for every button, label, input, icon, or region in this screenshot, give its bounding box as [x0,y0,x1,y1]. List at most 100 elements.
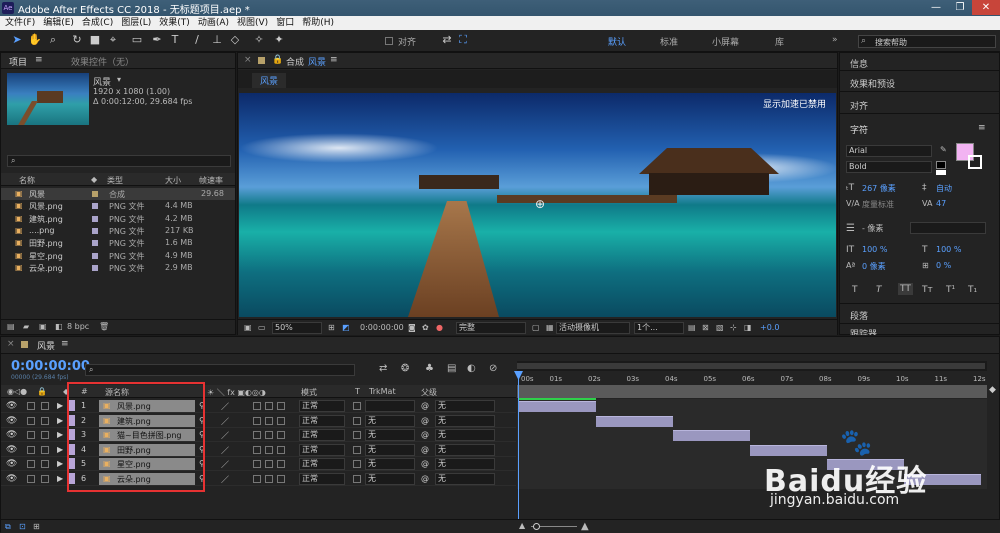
bpc-label[interactable]: 8 bpc [67,322,89,331]
faux-italic-button[interactable]: T [876,285,882,295]
work-area-bar[interactable] [517,363,985,369]
tracking-value[interactable]: 47 [936,199,946,208]
timeline-end-icon[interactable]: ◆ [989,385,999,399]
trkmat-dropdown[interactable]: 无 [365,458,415,471]
quality-switch-icon[interactable]: ／ [221,474,229,485]
snap-extend-icon[interactable]: ⛶ [456,33,470,47]
eye-icon[interactable]: 👁 [6,445,17,455]
views-dropdown[interactable]: 1个... [634,322,684,334]
menu-file[interactable]: 文件(F) [0,16,38,30]
trkmat-dropdown[interactable]: 无 [365,443,415,456]
project-item[interactable]: ▣ 风景 合成 29.68 [1,188,235,200]
header-fps[interactable]: 帧速率 [199,175,223,186]
blend-mode-dropdown[interactable]: 正常 [299,443,345,456]
snap-option-icon[interactable]: ⇄ [440,33,454,47]
channel-icon[interactable]: ● [436,323,443,332]
eye-icon[interactable]: 👁 [6,416,17,426]
fast-preview-icon[interactable]: ⊠ [702,323,709,332]
layer-duration-bar[interactable] [519,401,596,412]
lock-checkbox[interactable] [41,402,49,410]
grid-icon[interactable]: ⊞ [328,323,335,332]
snap-checkbox[interactable] [385,37,393,45]
workspace-default[interactable]: 默认 [608,35,626,48]
parent-dropdown[interactable]: 无 [435,414,495,427]
parent-dropdown[interactable]: 无 [435,443,495,456]
quality-switch-icon[interactable]: ／ [221,459,229,470]
comp-subtab[interactable]: 风景 [252,73,287,88]
roi-icon[interactable]: ▢ [532,323,540,332]
pan-behind-tool-icon[interactable]: ⌖ [106,33,120,47]
expand-arrow-icon[interactable]: ▶ [57,459,63,468]
adjustment-switch[interactable] [277,416,285,425]
toggle-modes-icon[interactable]: ⊡ [19,522,26,531]
panel-info[interactable]: 信息 [850,57,868,70]
timeline-search-input[interactable]: ⌕ [85,364,355,376]
header-parent[interactable]: 父级 [421,387,437,398]
subscript-button[interactable]: T₁ [968,285,977,295]
comp-tab-prefix[interactable]: 合成 [286,55,304,68]
project-search-input[interactable]: ⌕ [7,155,231,167]
close-button[interactable]: ✕ [972,0,1000,15]
interpret-footage-icon[interactable]: ▤ [7,322,15,331]
blend-switch[interactable] [265,445,273,454]
motion-blur-icon[interactable]: ◐ [467,363,476,374]
trkmat-dropdown[interactable]: 无 [365,473,415,485]
expand-arrow-icon[interactable]: ▶ [57,474,63,483]
view-options-icon[interactable]: ▤ [688,323,696,332]
solo-checkbox[interactable] [27,416,35,425]
monitor-icon[interactable]: ▭ [258,323,266,332]
workspace-standard[interactable]: 标准 [660,35,678,48]
blend-switch[interactable] [265,475,273,483]
preserve-transparency-checkbox[interactable] [353,416,361,425]
eye-icon[interactable]: 👁 [6,474,17,484]
blend-mode-dropdown[interactable]: 正常 [299,429,345,442]
project-item[interactable]: ▣ ....png PNG 文件 217 KB [1,225,235,237]
transparency-grid-icon[interactable]: ▦ [546,323,554,332]
layer-duration-bar[interactable] [673,430,750,442]
camera-dropdown[interactable]: 活动摄像机 [556,322,630,334]
maximize-button[interactable]: ❐ [948,0,972,15]
eye-icon[interactable]: 👁 [6,401,17,411]
font-style-dropdown[interactable]: Bold [846,161,932,173]
exposure-value[interactable]: +0.0 [760,323,779,332]
parent-dropdown[interactable]: 无 [435,458,495,471]
zoom-in-icon[interactable]: ▲ [581,521,589,532]
quality-switch-icon[interactable]: ／ [221,430,229,441]
clone-stamp-tool-icon[interactable]: ⊥ [210,33,224,47]
fx-switch[interactable] [253,460,261,469]
panel-effects-presets[interactable]: 效果和预设 [850,77,895,90]
workspace-library[interactable]: 库 [775,35,784,48]
panel-align[interactable]: 对齐 [850,99,868,112]
workspace-small-screen[interactable]: 小屏幕 [712,35,739,48]
panel-paragraph[interactable]: 段落 [850,309,868,322]
menu-view[interactable]: 视图(V) [232,16,271,30]
time-ruler[interactable]: 00s 01s 02s 03s 04s 05s 06s 07s 08s 09s 10s 11s 12s [517,371,987,385]
superscript-button[interactable]: T¹ [946,285,955,295]
zoom-slider-handle[interactable] [533,523,540,530]
snapshot-icon[interactable]: ◙ [408,323,416,332]
project-item[interactable]: ▣ 田野.png PNG 文件 1.6 MB [1,237,235,249]
shy-icon[interactable]: ♣ [425,363,434,374]
menu-help[interactable]: 帮助(H) [297,16,337,30]
black-swatch[interactable] [936,161,946,169]
menu-layer[interactable]: 图层(L) [116,16,154,30]
hand-tool-icon[interactable]: ✋ [28,33,42,47]
quality-switch-icon[interactable]: ／ [221,401,229,412]
solo-checkbox[interactable] [27,445,35,454]
close-timeline-icon[interactable]: × [7,339,15,349]
pick-whip-icon[interactable]: @ [421,474,429,483]
pick-whip-icon[interactable]: @ [421,445,429,454]
zoom-tool-icon[interactable]: ⌕ [46,33,60,47]
quality-switch-icon[interactable]: ／ [221,416,229,427]
tab-effect-controls[interactable]: 效果控件（无） [71,55,134,68]
character-menu-icon[interactable]: ≡ [978,123,986,133]
blend-mode-dropdown[interactable]: 正常 [299,458,345,471]
timeline-toggle-icon[interactable]: ▧ [716,323,724,332]
header-name[interactable]: 名称 [19,175,35,186]
expand-arrow-icon[interactable]: ▶ [57,445,63,454]
font-size-value[interactable]: 267 像素 [862,183,896,194]
project-menu-icon[interactable]: ≡ [35,55,43,65]
draft-3d-icon[interactable]: ❂ [401,363,409,374]
leading-value[interactable]: 自动 [936,183,952,194]
reset-exposure-icon[interactable]: ◨ [744,323,752,332]
